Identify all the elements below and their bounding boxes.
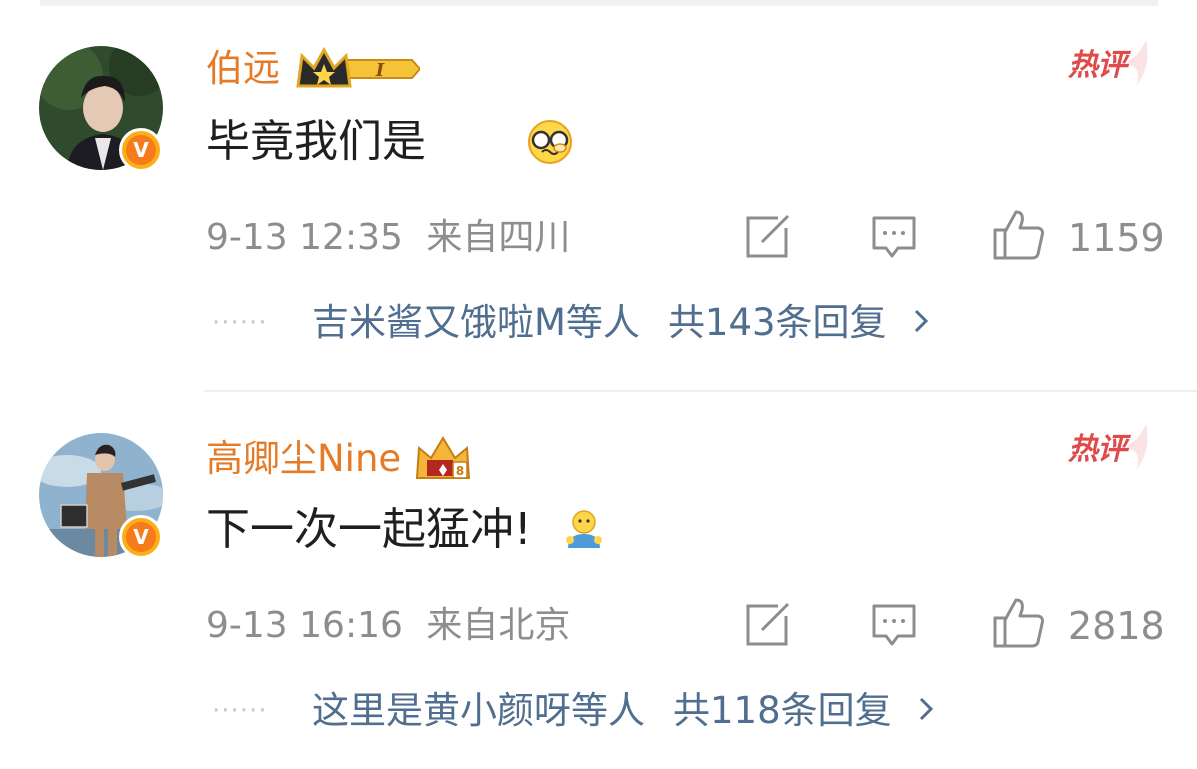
location: 来自北京 xyxy=(426,605,571,646)
comment-icon[interactable] xyxy=(870,602,918,652)
reply-total[interactable]: 共118条回复 xyxy=(673,688,892,734)
hot-label: 热评 xyxy=(1068,432,1127,467)
comment-content: 下一次一起猛冲! xyxy=(206,502,606,558)
hot-label: 热评 xyxy=(1068,48,1127,83)
verified-badge: V xyxy=(119,515,163,559)
comment-item: V 伯远 I 热评 毕竟我们是 9-13 12:35 来自四川 1159 ···… xyxy=(0,0,1197,390)
ellipsis-icon: ······ xyxy=(212,696,268,726)
reply-total[interactable]: 共143条回复 xyxy=(668,300,887,346)
hot-comment-badge: 热评 xyxy=(1066,36,1154,92)
ellipsis-icon: ······ xyxy=(212,308,268,338)
reply-preview[interactable]: ······ 这里是黄小颜呀等人 共118条回复 xyxy=(212,688,934,734)
username[interactable]: 高卿尘Nine xyxy=(206,437,401,481)
chevron-right-icon[interactable] xyxy=(913,308,929,338)
timestamp: 9-13 12:35 xyxy=(206,217,403,258)
reply-users[interactable]: 这里是黄小颜呀等人 xyxy=(312,688,645,734)
share-icon[interactable] xyxy=(744,214,792,264)
yellow-person-emoji xyxy=(562,508,606,552)
like-count: 1159 xyxy=(1068,216,1165,260)
thumbs-up-icon[interactable] xyxy=(992,596,1046,652)
crown-level-icon: 8 xyxy=(413,434,473,484)
hot-comment-badge: 热评 xyxy=(1066,420,1154,476)
chevron-right-icon[interactable] xyxy=(918,696,934,726)
comment-content: 毕竟我们是 xyxy=(206,114,574,170)
glasses-face-emoji xyxy=(526,118,574,166)
comment-meta: 9-13 16:16 来自北京 xyxy=(206,604,570,648)
username[interactable]: 伯远 xyxy=(206,47,280,91)
like-count: 2818 xyxy=(1068,604,1165,648)
crown-level-icon: I xyxy=(294,46,420,92)
comment-text: 毕竟我们是 xyxy=(206,116,426,167)
level-badge-text: I xyxy=(375,60,385,81)
comment-icon[interactable] xyxy=(870,214,918,264)
svg-text:8: 8 xyxy=(456,464,464,478)
comment-meta: 9-13 12:35 来自四川 xyxy=(206,216,570,260)
thumbs-up-icon[interactable] xyxy=(992,208,1046,264)
share-icon[interactable] xyxy=(744,602,792,652)
reply-preview[interactable]: ······ 吉米酱又饿啦M等人 共143条回复 xyxy=(212,300,929,346)
timestamp: 9-13 16:16 xyxy=(206,605,403,646)
verified-badge: V xyxy=(119,128,163,172)
comment-text: 下一次一起猛冲! xyxy=(206,504,532,555)
location: 来自四川 xyxy=(426,217,571,258)
reply-users[interactable]: 吉米酱又饿啦M等人 xyxy=(312,300,640,346)
